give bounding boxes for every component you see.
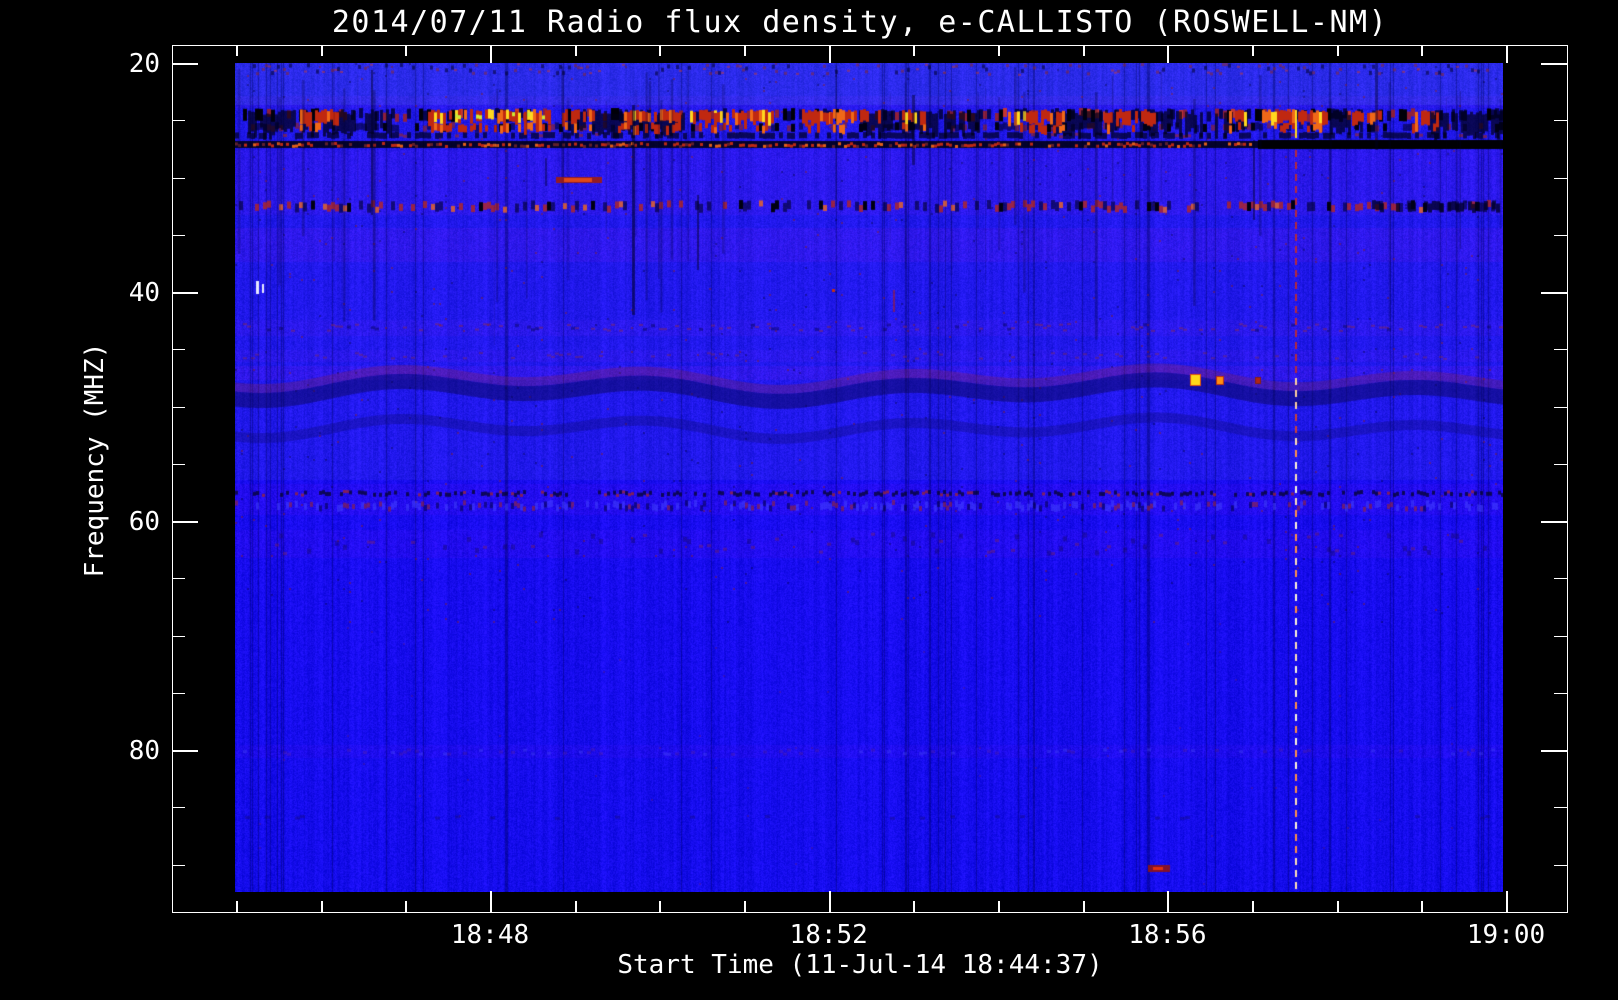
x-tick-minor (744, 45, 746, 56)
x-tick-minor (1421, 901, 1423, 912)
x-tick-minor (321, 901, 323, 912)
y-tick-minor (1554, 578, 1567, 579)
x-tick-minor (236, 901, 238, 912)
y-tick-label: 60 (90, 507, 160, 537)
y-tick-minor (172, 407, 185, 408)
y-tick-major (172, 521, 198, 523)
y-tick-minor (172, 235, 185, 236)
y-tick-minor (172, 693, 185, 694)
y-tick-label: 20 (90, 49, 160, 79)
plot-title: 2014/07/11 Radio flux density, e-CALLIST… (332, 5, 1388, 40)
x-tick-minor (913, 45, 915, 56)
x-tick-label: 18:56 (1107, 920, 1227, 950)
y-tick-minor (1554, 807, 1567, 808)
y-tick-label: 40 (90, 278, 160, 308)
x-tick-minor (913, 901, 915, 912)
x-axis-label: Start Time (11-Jul-14 18:44:37) (617, 950, 1102, 980)
x-tick-major (490, 891, 492, 912)
spectrogram-plot: 2014/07/11 Radio flux density, e-CALLIST… (0, 0, 1618, 1000)
y-tick-major (172, 750, 198, 752)
x-tick-label: 19:00 (1446, 920, 1566, 950)
y-tick-major (1541, 292, 1567, 294)
x-tick-major (1506, 891, 1508, 912)
x-tick-major (1167, 891, 1169, 912)
x-tick-minor (1421, 45, 1423, 56)
y-tick-minor (1554, 464, 1567, 465)
y-tick-minor (1554, 636, 1567, 637)
x-tick-minor (321, 45, 323, 56)
y-tick-minor (1554, 235, 1567, 236)
y-tick-minor (1554, 865, 1567, 866)
x-tick-minor (1337, 901, 1339, 912)
x-tick-major (829, 45, 831, 63)
x-tick-minor (575, 45, 577, 56)
x-tick-label: 18:48 (430, 920, 550, 950)
y-tick-minor (172, 178, 185, 179)
x-tick-minor (1083, 45, 1085, 56)
y-tick-major (1541, 750, 1567, 752)
y-tick-major (172, 63, 198, 65)
y-tick-minor (1554, 349, 1567, 350)
y-tick-minor (172, 636, 185, 637)
x-tick-minor (1083, 901, 1085, 912)
plot-frame (172, 45, 1568, 913)
x-tick-minor (998, 901, 1000, 912)
y-axis-label: Frequency (MHZ) (80, 343, 110, 578)
x-tick-major (490, 45, 492, 63)
y-tick-label: 80 (90, 736, 160, 766)
y-tick-minor (1554, 120, 1567, 121)
x-tick-major (829, 891, 831, 912)
y-tick-minor (1554, 407, 1567, 408)
x-tick-minor (1337, 45, 1339, 56)
y-tick-minor (1554, 178, 1567, 179)
x-tick-label: 18:52 (769, 920, 889, 950)
x-tick-minor (405, 901, 407, 912)
y-tick-minor (172, 349, 185, 350)
x-tick-minor (236, 45, 238, 56)
x-tick-minor (1252, 45, 1254, 56)
y-tick-major (1541, 521, 1567, 523)
y-tick-major (172, 292, 198, 294)
y-tick-minor (172, 120, 185, 121)
y-tick-minor (172, 807, 185, 808)
x-tick-major (1506, 45, 1508, 63)
x-tick-minor (1252, 901, 1254, 912)
x-tick-minor (659, 45, 661, 56)
x-tick-minor (744, 901, 746, 912)
x-tick-minor (405, 45, 407, 56)
x-tick-major (1167, 45, 1169, 63)
x-tick-minor (575, 901, 577, 912)
y-tick-minor (172, 865, 185, 866)
y-tick-minor (172, 578, 185, 579)
y-tick-minor (1554, 693, 1567, 694)
x-tick-minor (659, 901, 661, 912)
x-tick-minor (998, 45, 1000, 56)
y-tick-minor (172, 464, 185, 465)
y-tick-major (1541, 63, 1567, 65)
